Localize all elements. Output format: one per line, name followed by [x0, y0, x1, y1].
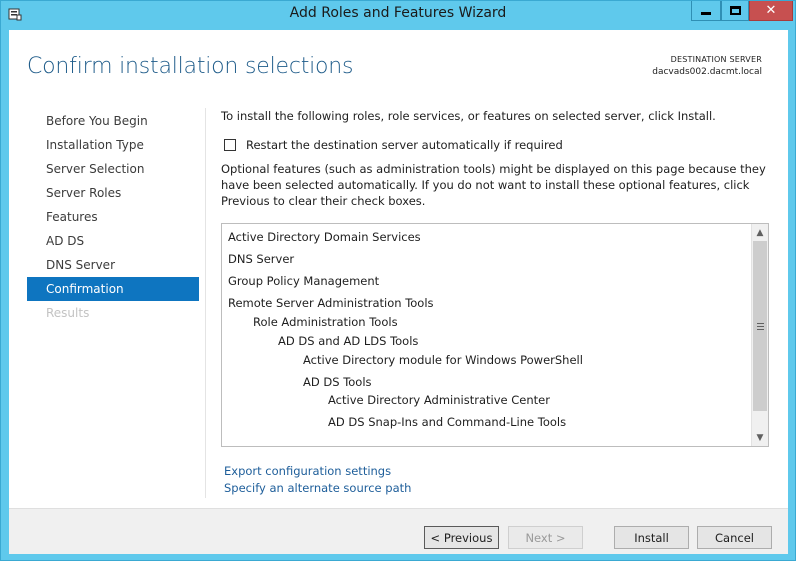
minimize-button[interactable] — [691, 1, 721, 21]
list-item: AD DS Tools — [303, 375, 372, 389]
nav-item-before-you-begin[interactable]: Before You Begin — [27, 109, 199, 133]
nav-item-results: Results — [46, 306, 90, 320]
grip-icon — [756, 322, 764, 330]
nav-item-server-roles[interactable]: Server Roles — [27, 181, 199, 205]
close-icon: ✕ — [765, 3, 777, 18]
scroll-up-icon[interactable]: ▲ — [752, 224, 768, 241]
close-button[interactable]: ✕ — [749, 1, 793, 21]
destination-server-label: DESTINATION SERVER — [670, 55, 762, 64]
next-button: Next > — [508, 526, 583, 549]
nav-item-installation-type[interactable]: Installation Type — [27, 133, 199, 157]
page-title: Confirm installation selections — [27, 54, 354, 79]
scroll-down-icon[interactable]: ▼ — [752, 429, 768, 446]
intro-text: To install the following roles, role ser… — [221, 109, 716, 123]
nav-item-dns-server[interactable]: DNS Server — [27, 253, 199, 277]
wizard-body: Confirm installation selections DESTINAT… — [9, 30, 788, 554]
window-title: Add Roles and Features Wizard — [289, 5, 507, 21]
restart-checkbox-label[interactable]: Restart the destination server automatic… — [246, 138, 563, 152]
list-item: Remote Server Administration Tools — [228, 296, 434, 310]
nav-item-ad-ds[interactable]: AD DS — [27, 229, 199, 253]
title-bar[interactable]: Add Roles and Features Wizard ✕ — [1, 1, 795, 28]
optional-features-note: Optional features (such as administratio… — [221, 162, 766, 208]
destination-server-value: dacvads002.dacmt.local — [652, 67, 762, 77]
list-item: DNS Server — [228, 252, 295, 266]
features-list[interactable]: Active Directory Domain Services DNS Ser… — [221, 223, 769, 447]
alternate-source-path-link[interactable]: Specify an alternate source path — [224, 480, 411, 497]
config-links: Export configuration settings Specify an… — [224, 463, 411, 497]
list-item: Group Policy Management — [228, 274, 380, 288]
export-configuration-link[interactable]: Export configuration settings — [224, 463, 411, 480]
cancel-button[interactable]: Cancel — [697, 526, 772, 549]
maximize-icon — [729, 6, 741, 15]
nav-item-server-selection[interactable]: Server Selection — [27, 157, 199, 181]
list-item: AD DS and AD LDS Tools — [278, 334, 419, 348]
list-item: Active Directory Domain Services — [228, 230, 421, 244]
list-item: Active Directory Administrative Center — [328, 393, 550, 407]
nav-item-confirmation[interactable]: Confirmation — [27, 277, 199, 301]
nav-divider — [205, 108, 206, 498]
wizard-footer: < Previous Next > Install Cancel — [9, 508, 788, 554]
list-item: Role Administration Tools — [253, 315, 398, 329]
list-item: Active Directory module for Windows Powe… — [303, 353, 583, 367]
wizard-window: Add Roles and Features Wizard ✕ Confirm … — [0, 0, 796, 561]
features-list-content: Active Directory Domain Services DNS Ser… — [222, 224, 750, 446]
wizard-nav: Before You Begin Installation Type Serve… — [27, 109, 199, 325]
previous-button[interactable]: < Previous — [424, 526, 499, 549]
minimize-icon — [701, 12, 711, 15]
maximize-button[interactable] — [721, 1, 749, 21]
scrollbar-thumb[interactable] — [753, 241, 767, 411]
nav-item-features[interactable]: Features — [27, 205, 199, 229]
list-item: AD DS Snap-Ins and Command-Line Tools — [328, 415, 567, 429]
install-button[interactable]: Install — [614, 526, 689, 549]
restart-checkbox[interactable] — [224, 139, 236, 151]
features-scrollbar[interactable]: ▲ ▼ — [751, 224, 768, 446]
restart-option[interactable]: Restart the destination server automatic… — [224, 138, 563, 152]
